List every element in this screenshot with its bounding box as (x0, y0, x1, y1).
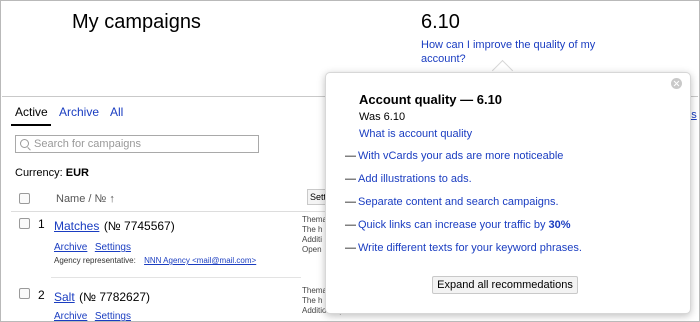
tab-all[interactable]: All (110, 105, 123, 119)
campaigns-page: My campaigns 6.10 How can I improve the … (0, 0, 700, 322)
quality-score: 6.10 (421, 11, 460, 33)
row-details: Thema The h Additi Open (302, 215, 327, 255)
currency-info: Currency: EUR (15, 167, 89, 179)
tab-active[interactable]: Active (15, 105, 48, 119)
tab-archive[interactable]: Archive (59, 105, 99, 119)
campaign-name-link[interactable]: Matches (54, 219, 99, 233)
archive-link[interactable]: Archive (54, 242, 87, 253)
campaign-id: (№ 7782627) (79, 290, 151, 304)
detail-line: Thema (302, 215, 327, 224)
close-icon[interactable] (671, 78, 682, 89)
campaign-search[interactable] (15, 135, 259, 153)
detail-line: Open (302, 245, 322, 254)
previous-quality: Was 6.10 (359, 111, 406, 123)
agency-contact-link[interactable]: NNN Agency <mail@mail.com> (144, 256, 256, 265)
detail-line: Additi (302, 235, 323, 244)
active-tab-indicator (11, 124, 51, 126)
recommendation-text: Quick links can increase your traffic by (358, 219, 549, 231)
recommendation-item[interactable]: — Add illustrations to ads. (345, 173, 472, 185)
expand-all-button[interactable]: Expand all recommedations (432, 276, 578, 294)
row-divider (51, 277, 301, 278)
dash: — (345, 219, 356, 231)
campaign-name-link[interactable]: Salt (54, 290, 75, 304)
recommendation-item[interactable]: — With vCards your ads are more noticeabl… (345, 150, 563, 162)
detail-line: The h (302, 225, 323, 234)
page-title: My campaigns (72, 11, 201, 33)
recommendation-text: Write different texts for your keyword p… (358, 242, 582, 254)
recommendation-item[interactable]: — Write different texts for your keyword … (345, 242, 582, 254)
search-icon (20, 139, 29, 148)
row-checkbox[interactable] (19, 218, 30, 229)
settings-link[interactable]: Settings (95, 311, 131, 321)
traffic-percent: 30% (548, 219, 571, 231)
agency-label: Agency representative: (54, 256, 136, 265)
settings-link[interactable]: Settings (95, 242, 131, 253)
recommendation-text: Separate content and search campaigns. (358, 196, 559, 208)
row-number: 1 (38, 217, 45, 231)
dash: — (345, 242, 356, 254)
recommendation-item[interactable]: — Separate content and search campaigns. (345, 196, 559, 208)
what-is-quality-link[interactable]: What is account quality (359, 128, 472, 140)
dash: — (345, 173, 356, 185)
row-number: 2 (38, 288, 45, 302)
campaign-id: (№ 7745567) (103, 219, 175, 233)
select-all-checkbox[interactable] (19, 193, 30, 204)
recommendation-text: With vCards your ads are more noticeable (358, 150, 564, 162)
currency-label: Currency: (15, 167, 63, 179)
archive-link[interactable]: Archive (54, 311, 87, 321)
dash: — (345, 196, 356, 208)
account-quality-popup: Account quality — 6.10 Was 6.10 What is … (325, 72, 691, 314)
recommendation-text: Add illustrations to ads. (358, 173, 472, 185)
improve-quality-link[interactable]: How can I improve the quality of my acco… (421, 38, 611, 66)
popup-title: Account quality — 6.10 (359, 92, 503, 107)
recommendation-item[interactable]: — Quick links can increase your traffic b… (345, 219, 571, 231)
row-checkbox[interactable] (19, 288, 30, 299)
dash: — (345, 150, 356, 162)
search-input[interactable] (34, 136, 254, 152)
currency-value: EUR (65, 167, 89, 179)
name-column-header[interactable]: Name / № ↑ (56, 193, 115, 205)
agency-representative: Agency representative: NNN Agency <mail@… (54, 256, 256, 265)
